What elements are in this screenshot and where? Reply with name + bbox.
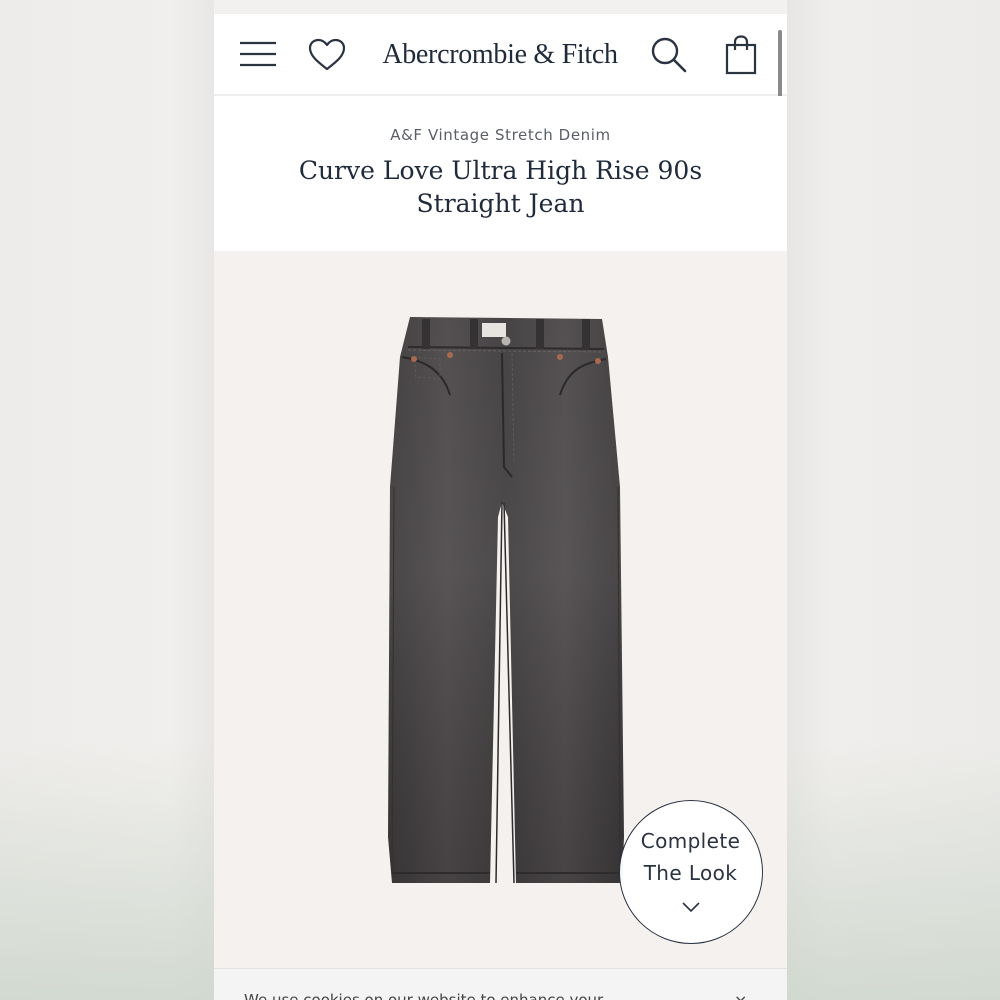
jeans-image bbox=[388, 317, 624, 883]
complete-look-line1: Complete bbox=[640, 829, 741, 853]
product-info: A&F Vintage Stretch Denim Curve Love Ult… bbox=[214, 96, 787, 251]
cookie-banner: We use cookies on our website to enhance… bbox=[214, 968, 787, 1000]
product-image[interactable]: Complete The Look bbox=[214, 251, 787, 968]
cookie-text: We use cookies on our website to enhance… bbox=[244, 991, 604, 1000]
shopping-bag-icon[interactable] bbox=[718, 32, 764, 78]
close-icon[interactable]: × bbox=[734, 991, 747, 1000]
heart-icon[interactable] bbox=[304, 32, 350, 78]
search-icon[interactable] bbox=[646, 32, 692, 78]
menu-icon[interactable] bbox=[235, 32, 281, 78]
complete-look-line2: The Look bbox=[643, 861, 738, 885]
blurred-background-left bbox=[0, 0, 214, 1000]
scrollbar[interactable] bbox=[778, 30, 782, 104]
site-header: Abercrombie & Fitch bbox=[214, 14, 787, 104]
chevron-down-icon bbox=[682, 902, 700, 913]
product-title: Curve Love Ultra High Rise 90s Straight … bbox=[298, 156, 703, 218]
product-page: Abercrombie & Fitch A&F Vintage Stretch … bbox=[214, 14, 787, 1000]
brand-logo[interactable]: Abercrombie & Fitch bbox=[364, 34, 636, 76]
complete-the-look-button[interactable]: Complete The Look bbox=[619, 800, 763, 944]
blurred-background-right bbox=[787, 0, 1000, 1000]
product-collection: A&F Vintage Stretch Denim bbox=[390, 126, 611, 144]
